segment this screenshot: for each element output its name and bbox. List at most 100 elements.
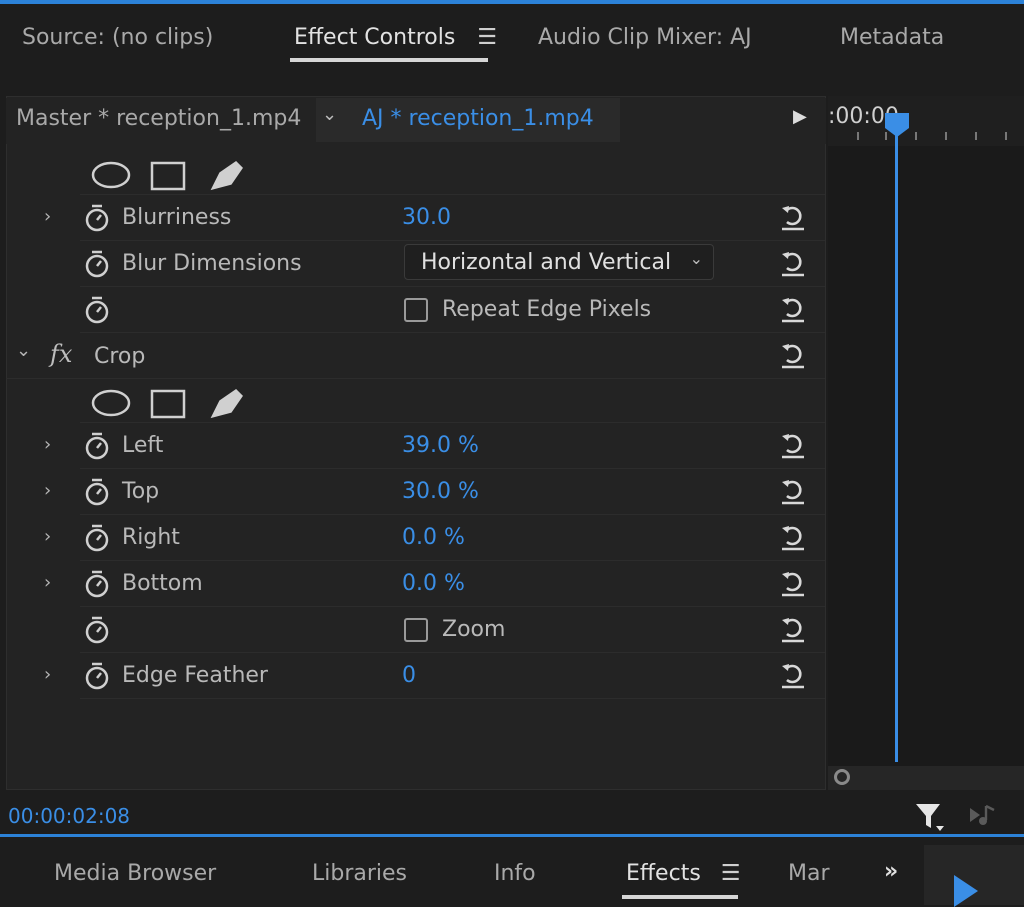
timeline-scrollbar[interactable]	[828, 766, 1024, 790]
playhead-line[interactable]	[895, 128, 898, 762]
crop-label: Crop	[94, 344, 146, 369]
crop-right-value[interactable]: 0.0 %	[402, 525, 465, 550]
reset-icon[interactable]	[778, 340, 808, 370]
loop-audio-icon[interactable]	[968, 802, 1002, 828]
crop-top-label: Top	[122, 479, 160, 504]
reset-icon[interactable]	[778, 294, 808, 324]
clip-header: Master * reception_1.mp4 AJ * reception_…	[6, 98, 826, 144]
edge-feather-value[interactable]: 0	[402, 663, 416, 688]
rectangle-mask-icon[interactable]	[150, 389, 186, 419]
tab-effects-label: Effects	[626, 861, 701, 886]
tab-audio-clip-mixer[interactable]: Audio Clip Mixer: AJ	[538, 22, 752, 54]
blurriness-value[interactable]: 30.0	[402, 205, 451, 230]
bottom-tab-bar: Media Browser Libraries Info Effects ☰ Ma…	[0, 837, 1024, 907]
keyframe-timeline[interactable]	[828, 96, 1024, 790]
ellipse-mask-icon[interactable]	[91, 389, 131, 417]
ruler-ticks	[857, 132, 1007, 140]
tab-effects[interactable]: Effects ☰	[626, 861, 741, 886]
repeat-edge-pixels-checkbox[interactable]	[404, 298, 428, 322]
reset-icon[interactable]	[778, 568, 808, 598]
pen-mask-icon[interactable]	[210, 389, 243, 419]
edge-feather-row: › Edge Feather 0	[44, 654, 825, 699]
blur-dimensions-label: Blur Dimensions	[122, 251, 302, 276]
crop-bottom-row: › Bottom 0.0 %	[44, 562, 825, 607]
tab-info[interactable]: Info	[494, 861, 536, 886]
crop-left-value[interactable]: 39.0 %	[402, 433, 479, 458]
crop-right-row: › Right 0.0 %	[44, 516, 825, 561]
selection-tool-icon[interactable]	[954, 875, 978, 907]
tab-effect-controls-label: Effect Controls	[294, 25, 456, 50]
stopwatch-icon[interactable]	[84, 662, 110, 690]
crop-bottom-value[interactable]: 0.0 %	[402, 571, 465, 596]
crop-bottom-label: Bottom	[122, 571, 203, 596]
panel-focus-line	[0, 0, 1024, 4]
tab-source[interactable]: Source: (no clips)	[22, 22, 213, 54]
tab-metadata[interactable]: Metadata	[840, 22, 944, 54]
pen-mask-icon[interactable]	[210, 161, 243, 191]
tab-markers[interactable]: Mar	[788, 861, 830, 886]
stopwatch-icon[interactable]	[84, 432, 110, 460]
panel-menu-icon[interactable]: ☰	[477, 22, 497, 54]
reset-icon[interactable]	[778, 522, 808, 552]
status-bar: 00:00:02:08	[0, 792, 1024, 836]
time-ruler[interactable]: :00:00	[828, 96, 1024, 146]
crop-effect-header[interactable]: ⌄ fx Crop	[6, 334, 825, 379]
stopwatch-icon[interactable]	[84, 296, 110, 324]
stopwatch-icon[interactable]	[84, 524, 110, 552]
zoom-checkbox[interactable]	[404, 618, 428, 642]
tab-media-browser[interactable]: Media Browser	[54, 861, 216, 886]
overflow-chevrons-icon[interactable]: »	[884, 859, 898, 884]
expand-chevron-icon[interactable]: ›	[44, 664, 51, 685]
crop-right-label: Right	[122, 525, 180, 550]
repeat-edge-pixels-row: Repeat Edge Pixels	[80, 288, 825, 333]
reset-icon[interactable]	[778, 202, 808, 232]
tools-panel	[924, 845, 1024, 907]
tab-effect-controls[interactable]: Effect Controls ☰	[294, 22, 497, 54]
blur-dimensions-dropdown[interactable]: Horizontal and Vertical ⌄	[404, 244, 714, 280]
blurriness-row: › Blurriness 30.0	[44, 196, 825, 241]
tab-libraries[interactable]: Libraries	[312, 861, 407, 886]
blur-dimensions-row: Blur Dimensions Horizontal and Vertical …	[80, 242, 825, 287]
current-timecode[interactable]: 00:00:02:08	[8, 804, 130, 828]
sequence-clip-label: AJ * reception_1.mp4	[362, 106, 594, 131]
ellipse-mask-icon[interactable]	[91, 161, 131, 189]
active-tab-underline	[290, 58, 488, 62]
crop-left-row: › Left 39.0 %	[44, 424, 825, 469]
crop-left-label: Left	[122, 433, 164, 458]
collapse-chevron-icon[interactable]: ⌄	[16, 340, 31, 361]
zoom-scroll-knob[interactable]	[834, 769, 850, 785]
repeat-edge-pixels-label: Repeat Edge Pixels	[442, 297, 652, 322]
panel-menu-icon[interactable]: ☰	[721, 861, 741, 886]
reset-icon[interactable]	[778, 476, 808, 506]
expand-chevron-icon[interactable]: ›	[44, 434, 51, 455]
blur-mask-tools-row	[80, 150, 825, 195]
playhead-handle-icon[interactable]	[884, 112, 910, 138]
expand-chevron-icon[interactable]: ›	[44, 572, 51, 593]
stopwatch-icon[interactable]	[84, 616, 110, 644]
sequence-clip-selector[interactable]: AJ * reception_1.mp4	[316, 98, 620, 142]
stopwatch-icon[interactable]	[84, 204, 110, 232]
mask-tools	[91, 389, 243, 419]
fx-icon[interactable]: fx	[50, 340, 72, 368]
reset-icon[interactable]	[778, 248, 808, 278]
master-clip-label[interactable]: Master * reception_1.mp4	[16, 106, 301, 131]
edge-feather-label: Edge Feather	[122, 663, 268, 688]
stopwatch-icon[interactable]	[84, 250, 110, 278]
crop-top-value[interactable]: 30.0 %	[402, 479, 479, 504]
blurriness-label: Blurriness	[122, 205, 232, 230]
expand-chevron-icon[interactable]: ›	[44, 206, 51, 227]
filter-icon[interactable]	[914, 800, 946, 832]
expand-chevron-icon[interactable]: ›	[44, 526, 51, 547]
stopwatch-icon[interactable]	[84, 570, 110, 598]
reset-icon[interactable]	[778, 660, 808, 690]
expand-chevron-icon[interactable]: ›	[44, 480, 51, 501]
play-triangle-icon[interactable]: ▶	[793, 106, 807, 127]
reset-icon[interactable]	[778, 430, 808, 460]
stopwatch-icon[interactable]	[84, 478, 110, 506]
mask-tools	[91, 161, 243, 191]
chevron-down-icon[interactable]: ⌄	[322, 104, 337, 125]
crop-mask-tools-row	[80, 378, 825, 423]
rectangle-mask-icon[interactable]	[150, 161, 186, 191]
reset-icon[interactable]	[778, 614, 808, 644]
chevron-down-icon: ⌄	[689, 249, 703, 268]
